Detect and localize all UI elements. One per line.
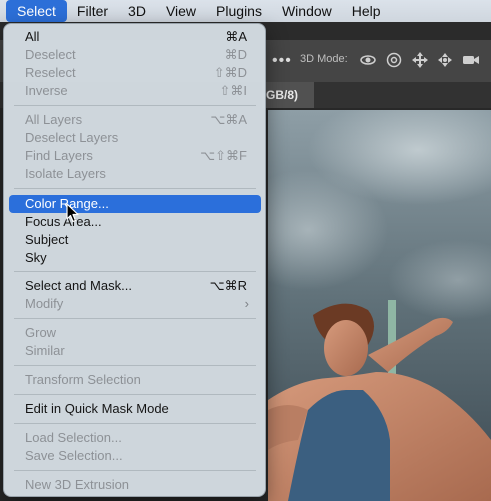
menu-item-all-layers[interactable]: All Layers ⌥⌘A <box>9 111 261 129</box>
mouse-pointer-icon <box>66 203 80 223</box>
menu-item-isolate-layers[interactable]: Isolate Layers <box>9 165 261 183</box>
menu-filter[interactable]: Filter <box>67 0 118 22</box>
menu-item-reselect[interactable]: Reselect ⇧⌘D <box>9 64 261 82</box>
menu-item-deselect-layers[interactable]: Deselect Layers <box>9 129 261 147</box>
menu-separator <box>14 318 256 319</box>
menu-item-subject[interactable]: Subject <box>9 231 261 249</box>
roll-icon[interactable] <box>385 51 403 69</box>
menu-item-load-selection[interactable]: Load Selection... <box>9 429 261 447</box>
menu-item-transform-selection[interactable]: Transform Selection <box>9 371 261 389</box>
menu-item-new-3d-extrusion[interactable]: New 3D Extrusion <box>9 476 261 494</box>
menu-item-all[interactable]: All ⌘A <box>9 28 261 46</box>
menu-item-modify[interactable]: Modify › <box>9 295 261 313</box>
menu-select[interactable]: Select <box>6 0 67 22</box>
menu-item-inverse[interactable]: Inverse ⇧⌘I <box>9 82 261 100</box>
pan-icon[interactable] <box>411 51 429 69</box>
menu-item-select-and-mask[interactable]: Select and Mask... ⌥⌘R <box>9 277 261 295</box>
menu-separator <box>14 470 256 471</box>
more-options-button[interactable]: ••• <box>272 52 292 70</box>
slide-icon[interactable] <box>436 51 454 69</box>
menu-item-focus-area[interactable]: Focus Area... <box>9 213 261 231</box>
menu-item-quick-mask-mode[interactable]: Edit in Quick Mask Mode <box>9 400 261 418</box>
menu-window[interactable]: Window <box>272 0 342 22</box>
3d-mode-label: 3D Mode: <box>300 53 348 65</box>
canvas-image[interactable] <box>268 110 491 501</box>
menu-3d[interactable]: 3D <box>118 0 156 22</box>
orbit-icon[interactable] <box>359 51 377 69</box>
menu-item-similar[interactable]: Similar <box>9 342 261 360</box>
menu-item-sky[interactable]: Sky <box>9 249 261 267</box>
menu-bar: Select Filter 3D View Plugins Window Hel… <box>0 0 491 22</box>
menu-item-deselect[interactable]: Deselect ⌘D <box>9 46 261 64</box>
menu-help[interactable]: Help <box>342 0 391 22</box>
menu-separator <box>14 271 256 272</box>
document-tab[interactable]: GB/8) <box>262 82 314 108</box>
camera-video-icon[interactable] <box>462 51 480 69</box>
menu-separator <box>14 423 256 424</box>
menu-separator <box>14 188 256 189</box>
select-dropdown-menu: All ⌘A Deselect ⌘D Reselect ⇧⌘D Inverse … <box>3 23 266 497</box>
menu-separator <box>14 394 256 395</box>
menu-item-save-selection[interactable]: Save Selection... <box>9 447 261 465</box>
menu-item-find-layers[interactable]: Find Layers ⌥⇧⌘F <box>9 147 261 165</box>
menu-item-grow[interactable]: Grow <box>9 324 261 342</box>
menu-item-color-range[interactable]: Color Range... <box>9 195 261 213</box>
menu-separator <box>14 365 256 366</box>
chevron-right-icon: › <box>244 296 249 311</box>
menu-view[interactable]: View <box>156 0 206 22</box>
document-tab-label: GB/8) <box>266 88 299 102</box>
menu-separator <box>14 105 256 106</box>
menu-plugins[interactable]: Plugins <box>206 0 272 22</box>
